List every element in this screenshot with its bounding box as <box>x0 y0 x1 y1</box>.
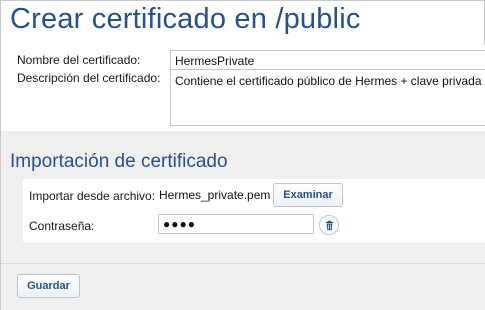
selected-file-name: Hermes_private.pem <box>159 188 271 202</box>
save-button[interactable]: Guardar <box>17 274 80 298</box>
certificate-description-label: Descripción del certificado: <box>17 71 161 85</box>
clear-password-button[interactable] <box>319 215 339 235</box>
certificate-name-input[interactable]: HermesPrivate <box>170 50 485 70</box>
certificate-name-label: Nombre del certificado: <box>17 53 141 67</box>
import-section-title: Importación de certificado <box>10 151 228 172</box>
certificate-description-textarea[interactable]: Contiene el certificado público de Herme… <box>170 69 485 126</box>
password-input[interactable]: ●●●● <box>158 214 314 234</box>
browse-button[interactable]: Examinar <box>273 183 343 207</box>
trash-icon <box>324 220 335 231</box>
import-file-label: Importar desde archivo: <box>29 189 156 203</box>
dialog-frame: Crear certificado en /public Nombre del … <box>0 0 485 310</box>
footer-divider <box>1 263 485 264</box>
password-label: Contraseña: <box>29 219 95 233</box>
page-title: Crear certificado en /public <box>10 3 361 35</box>
